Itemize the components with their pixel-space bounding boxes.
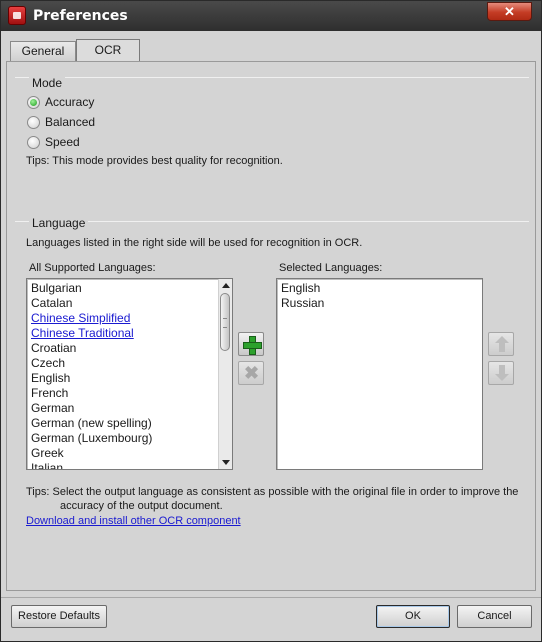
language-description: Languages listed in the right side will … bbox=[26, 237, 363, 249]
remove-language-button[interactable]: ✖ bbox=[238, 361, 264, 385]
ocr-panel: Mode Accuracy Balanced Speed Tips: This … bbox=[6, 61, 536, 591]
all-languages-list-item[interactable]: Croatian bbox=[27, 341, 232, 356]
all-languages-list-item[interactable]: Chinese Simplified bbox=[27, 311, 232, 326]
arrow-down-icon bbox=[495, 365, 509, 381]
all-languages-scrollbar[interactable] bbox=[218, 279, 232, 469]
all-languages-list-item[interactable]: Czech bbox=[27, 356, 232, 371]
all-languages-list-item[interactable]: German (Luxembourg) bbox=[27, 431, 232, 446]
selected-languages-list-item[interactable]: English bbox=[277, 281, 482, 296]
mode-tips: Tips: This mode provides best quality fo… bbox=[26, 155, 283, 167]
all-languages-list-item[interactable]: Greek bbox=[27, 446, 232, 461]
selected-languages-label: Selected Languages: bbox=[279, 262, 383, 274]
all-languages-label: All Supported Languages: bbox=[29, 262, 156, 274]
radio-label-accuracy: Accuracy bbox=[45, 95, 95, 109]
restore-defaults-button[interactable]: Restore Defaults bbox=[11, 605, 107, 628]
language-tips-line2: accuracy of the output document. bbox=[60, 500, 223, 512]
scroll-down-icon[interactable] bbox=[222, 460, 230, 465]
arrow-up-icon bbox=[495, 336, 509, 352]
add-language-button[interactable] bbox=[238, 332, 264, 356]
all-languages-list-item[interactable]: Bulgarian bbox=[27, 281, 232, 296]
all-languages-list-item[interactable]: German (new spelling) bbox=[27, 416, 232, 431]
footer-divider bbox=[1, 597, 541, 598]
selected-languages-list[interactable]: English Russian bbox=[276, 278, 483, 470]
plus-icon bbox=[243, 336, 262, 355]
language-tips-line1: Tips: Select the output language as cons… bbox=[26, 486, 519, 498]
scroll-up-icon[interactable] bbox=[222, 283, 230, 288]
all-languages-list[interactable]: Bulgarian Catalan Chinese Simplified Chines… bbox=[26, 278, 233, 470]
language-divider bbox=[15, 221, 529, 222]
cancel-button[interactable]: Cancel bbox=[457, 605, 532, 628]
tab-ocr[interactable]: OCR bbox=[76, 39, 140, 62]
all-languages-list-item[interactable]: English bbox=[27, 371, 232, 386]
radio-balanced[interactable]: Balanced bbox=[27, 114, 95, 130]
app-logo-icon bbox=[8, 6, 26, 25]
tab-general[interactable]: General bbox=[10, 41, 76, 61]
radio-label-speed: Speed bbox=[45, 135, 80, 149]
language-section-label: Language bbox=[29, 216, 89, 230]
mode-section-label: Mode bbox=[29, 76, 66, 90]
mode-divider bbox=[15, 77, 529, 78]
ok-button[interactable]: OK bbox=[376, 605, 450, 628]
move-down-button[interactable] bbox=[488, 361, 514, 385]
title-bar[interactable]: Preferences ✕ bbox=[1, 1, 541, 31]
all-languages-list-item[interactable]: Catalan bbox=[27, 296, 232, 311]
selected-languages-list-item[interactable]: Russian bbox=[277, 296, 482, 311]
radio-speed[interactable]: Speed bbox=[27, 134, 80, 150]
x-icon: ✖ bbox=[243, 363, 260, 383]
all-languages-list-item[interactable]: Italian bbox=[27, 461, 232, 469]
close-icon: ✕ bbox=[504, 4, 515, 19]
radio-unselected-icon bbox=[27, 135, 40, 149]
close-button[interactable]: ✕ bbox=[487, 2, 532, 21]
download-ocr-link[interactable]: Download and install other OCR component bbox=[26, 515, 241, 527]
radio-accuracy[interactable]: Accuracy bbox=[27, 94, 94, 110]
window-title: Preferences bbox=[33, 8, 128, 24]
radio-label-balanced: Balanced bbox=[45, 115, 96, 129]
scroll-thumb[interactable] bbox=[220, 293, 230, 351]
all-languages-list-item[interactable]: French bbox=[27, 386, 232, 401]
radio-unselected-icon bbox=[27, 115, 40, 129]
move-up-button[interactable] bbox=[488, 332, 514, 356]
all-languages-list-item[interactable]: German bbox=[27, 401, 232, 416]
preferences-window: Preferences ✕ General OCR Mode Accuracy … bbox=[0, 0, 542, 642]
radio-selected-icon bbox=[27, 95, 40, 109]
all-languages-list-item[interactable]: Chinese Traditional bbox=[27, 326, 232, 341]
